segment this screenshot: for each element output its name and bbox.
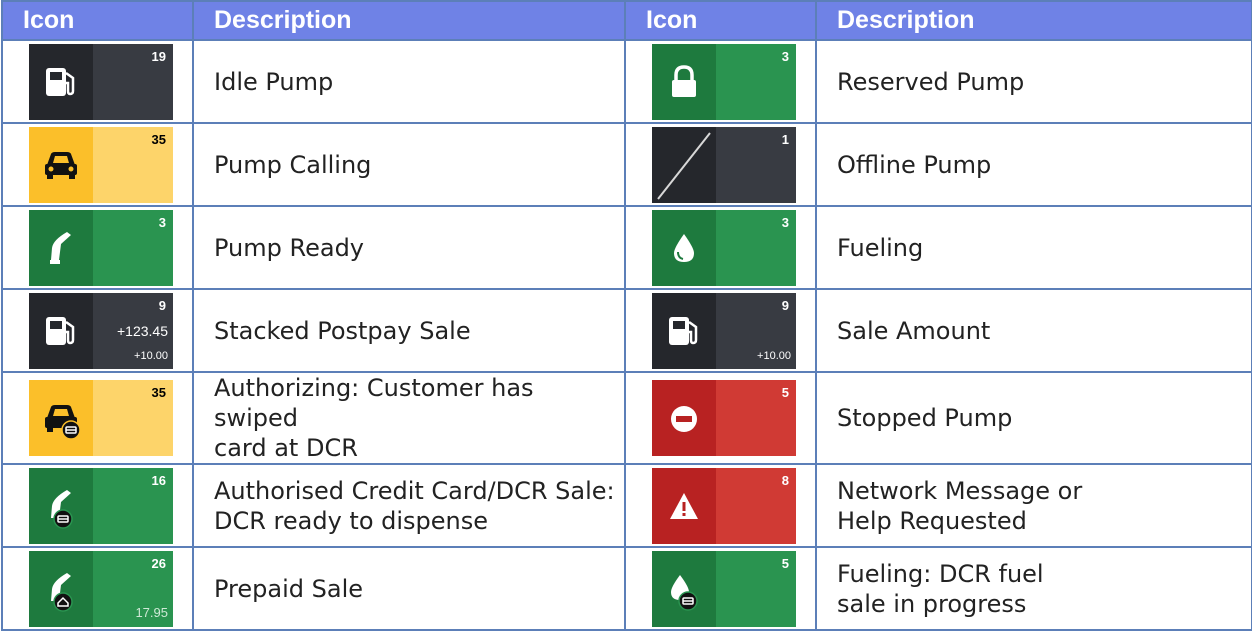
pump-icon (46, 316, 75, 345)
description-text: Stacked Postpay Sale (214, 316, 471, 345)
sale-amount: +10.00 (757, 349, 791, 362)
car-card-icon (45, 405, 81, 440)
pump-icon (46, 67, 75, 96)
pump-icon-legend-table: Icon Description Icon Description 19 Idl… (1, 0, 1252, 631)
offline-pump-tile: 1 (652, 126, 796, 203)
pump-number: 9 (158, 297, 166, 313)
description-text: Fueling: DCR fuel sale in progress (837, 559, 1044, 618)
fueling-tile: 3 (652, 209, 796, 286)
network-message-tile: 8 (652, 467, 796, 544)
table-row: 26 17.95 Prepaid Sale 5 Fueling: DCR fue… (1, 546, 1252, 631)
sale-amount-tile: 9 +10.00 (652, 292, 796, 369)
pump-number: 35 (151, 385, 166, 400)
description-text: Fueling (837, 233, 924, 262)
table-row: 19 Idle Pump 3 Reserved Pump (1, 39, 1252, 124)
table-row: 3 Pump Ready 3 Fueling (1, 205, 1252, 290)
pump-number: 26 (151, 555, 166, 571)
nozzle-prepaid-icon (51, 572, 73, 612)
description-text: Pump Calling (214, 150, 372, 179)
pump-number: 35 (151, 131, 166, 147)
header-icon-left: Icon (1, 0, 194, 41)
table-row: 35 Pump Calling 1 Offline Pump (1, 122, 1252, 207)
authorizing-tile: 35 (29, 380, 173, 456)
stopped-pump-tile: 5 (652, 380, 796, 456)
stacked-amount: +10.00 (134, 349, 168, 362)
pump-icon (669, 316, 698, 345)
description-text: Prepaid Sale (214, 574, 364, 603)
pump-number: 16 (151, 472, 166, 488)
drop-icon (674, 233, 694, 262)
sale-amount: +123.45 (117, 322, 168, 339)
warning-icon (670, 492, 698, 519)
lock-icon (672, 64, 696, 97)
description-text: Authorizing: Customer has swiped card at… (214, 374, 534, 462)
pump-ready-tile: 3 (29, 209, 173, 286)
description-text: Network Message or Help Requested (837, 476, 1083, 535)
description-text: Stopped Pump (837, 404, 1013, 432)
description-text: Sale Amount (837, 316, 991, 345)
table-row: 35 Authorizing: Customer has swiped card… (1, 371, 1252, 465)
stop-icon (671, 406, 697, 432)
pump-number: 3 (781, 48, 789, 64)
table-row: 16 Authorised Credit Card/DCR Sale: DCR … (1, 463, 1252, 548)
pump-calling-tile: 35 (29, 126, 173, 203)
description-text: Idle Pump (214, 67, 334, 96)
table-row: 9 +123.45 +10.00 Stacked Postpay Sale 9 … (1, 288, 1252, 373)
header-description-left: Description (192, 0, 626, 41)
pump-number: 3 (781, 214, 789, 230)
description-text: Reserved Pump (837, 67, 1025, 96)
authorised-dcr-tile: 16 (29, 467, 173, 544)
dcr-fueling-tile: 5 (652, 550, 796, 627)
pump-number: 1 (781, 131, 789, 147)
nozzle-card-icon (51, 489, 73, 529)
description-text: Offline Pump (837, 150, 992, 179)
pump-number: 5 (781, 385, 789, 400)
header-icon-right: Icon (624, 0, 817, 41)
header-row: Icon Description Icon Description (1, 0, 1252, 41)
pump-number: 3 (158, 214, 166, 230)
prepaid-sale-tile: 26 17.95 (29, 550, 173, 627)
header-description-right: Description (815, 0, 1252, 41)
description-text: Pump Ready (214, 233, 365, 262)
idle-pump-tile: 19 (29, 43, 173, 120)
pump-number: 9 (781, 297, 789, 313)
pump-number: 19 (151, 48, 166, 64)
prepaid-amount: 17.95 (135, 604, 168, 620)
pump-number: 8 (781, 472, 789, 488)
stacked-postpay-tile: 9 +123.45 +10.00 (29, 292, 173, 369)
offline-slash-icon (657, 131, 711, 200)
car-icon (45, 151, 77, 179)
reserved-pump-tile: 3 (652, 43, 796, 120)
drop-card-icon (671, 574, 698, 611)
pump-number: 5 (781, 555, 789, 571)
nozzle-icon (50, 231, 71, 264)
description-text: Authorised Credit Card/DCR Sale: DCR rea… (214, 476, 615, 535)
